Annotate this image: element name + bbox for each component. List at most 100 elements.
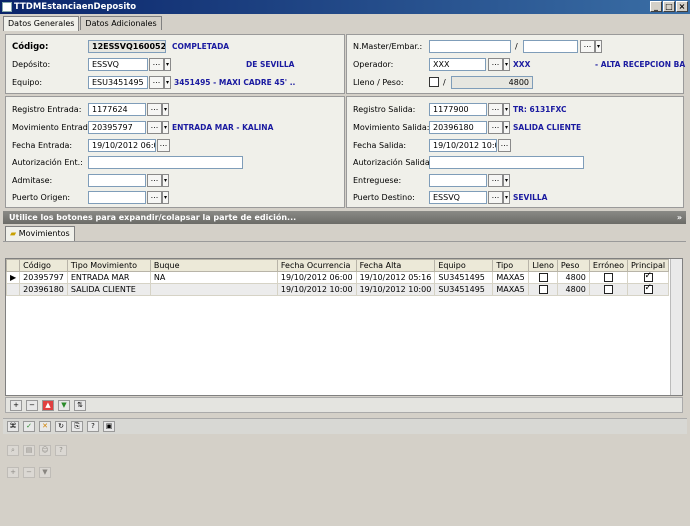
puerto-origen-lookup-button[interactable]: ...	[147, 191, 162, 204]
reg-salida-lookup-button[interactable]: ...	[488, 103, 503, 116]
aut-salida-field[interactable]	[429, 156, 584, 169]
entreguese-dropdown[interactable]: ▾	[503, 174, 510, 187]
mov-salida-lookup-button[interactable]: ...	[488, 121, 503, 134]
mov-entrada-lookup-button[interactable]: ...	[147, 121, 162, 134]
cell-erroneo[interactable]	[588, 283, 629, 296]
cell-lleno[interactable]	[528, 271, 558, 284]
cell-fecha-ocurrencia[interactable]: 19/10/2012 10:00	[276, 283, 357, 296]
col-tipo-movimiento[interactable]: Tipo Movimiento	[66, 259, 151, 272]
col-codigo[interactable]: Código	[19, 259, 68, 272]
equipo-lookup-button[interactable]: ...	[149, 76, 164, 89]
cell-codigo[interactable]: 20395797	[19, 271, 68, 284]
puerto-origen-field[interactable]	[88, 191, 146, 204]
col-fecha-ocurrencia[interactable]: Fecha Ocurrencia	[276, 259, 357, 272]
table-row[interactable]: ▶ 20395797 ENTRADA MAR NA 19/10/2012 06:…	[5, 271, 670, 284]
fecha-entrada-calendar-icon[interactable]: ...	[157, 139, 170, 152]
reg-salida-dropdown[interactable]: ▾	[503, 103, 510, 116]
grid-vertical-scrollbar[interactable]	[670, 259, 682, 395]
admitase-dropdown[interactable]: ▾	[162, 174, 169, 187]
mov-entrada-field[interactable]: 20395797	[88, 121, 146, 134]
col-equipo[interactable]: Equipo	[434, 259, 494, 272]
fecha-salida-calendar-icon[interactable]: ...	[498, 139, 511, 152]
puerto-origen-dropdown[interactable]: ▾	[162, 191, 169, 204]
tab-movimientos[interactable]: ▰ Movimientos	[5, 226, 75, 241]
cell-tipo-movimiento[interactable]: ENTRADA MAR	[66, 271, 151, 284]
equipo-field[interactable]: ESU3451495	[88, 76, 148, 89]
cell-equipo[interactable]: SU3451495	[434, 283, 494, 296]
operador-dropdown[interactable]: ▾	[503, 58, 510, 71]
master-lookup-button[interactable]: ...	[580, 40, 595, 53]
cell-principal[interactable]	[626, 271, 670, 284]
mov-entrada-dropdown[interactable]: ▾	[162, 121, 169, 134]
admitase-lookup-button[interactable]: ...	[147, 174, 162, 187]
reg-entrada-lookup-button[interactable]: ...	[147, 103, 162, 116]
master-field[interactable]	[429, 40, 511, 53]
cell-codigo[interactable]: 20396180	[19, 283, 68, 296]
cell-buque[interactable]	[149, 283, 278, 296]
col-tipo[interactable]: Tipo	[492, 259, 530, 272]
lleno-checkbox[interactable]	[538, 273, 548, 282]
puerto-destino-dropdown[interactable]: ▾	[503, 191, 510, 204]
mov-salida-dropdown[interactable]: ▾	[503, 121, 510, 134]
sort-icon[interactable]: ⇅	[74, 399, 86, 411]
refresh-icon[interactable]: ↻	[55, 421, 67, 432]
peso-field[interactable]: 4800	[451, 76, 533, 89]
filter-icon[interactable]: ▼	[58, 399, 70, 411]
embarque-field[interactable]	[523, 40, 578, 53]
puerto-destino-lookup-button[interactable]: ...	[488, 191, 503, 204]
master-dropdown[interactable]: ▾	[595, 40, 602, 53]
cell-peso[interactable]: 4800	[556, 271, 590, 284]
mov-salida-field[interactable]: 20396180	[429, 121, 487, 134]
operador-field[interactable]: XXX	[429, 58, 486, 71]
cell-fecha-alta[interactable]: 19/10/2012 10:00	[355, 283, 436, 296]
add-row-icon[interactable]: +	[10, 399, 22, 411]
lleno-checkbox[interactable]	[538, 285, 548, 294]
hierarchy-icon[interactable]: ⌘	[7, 421, 19, 432]
operador-lookup-button[interactable]: ...	[488, 58, 503, 71]
col-fecha-alta[interactable]: Fecha Alta	[355, 259, 436, 272]
entreguese-field[interactable]	[429, 174, 487, 187]
minimize-button[interactable]: _	[650, 1, 662, 12]
cell-equipo[interactable]: SU3451495	[434, 271, 494, 284]
reg-entrada-field[interactable]: 1177624	[88, 103, 146, 116]
cell-tipo[interactable]: MAXA5	[492, 271, 530, 284]
copy-icon[interactable]: ⎘	[71, 421, 83, 432]
tab-datos-generales[interactable]: Datos Generales	[3, 16, 80, 31]
principal-checkbox[interactable]	[643, 283, 653, 294]
admitase-field[interactable]	[88, 174, 146, 187]
print-icon[interactable]: ▣	[103, 421, 115, 432]
lleno-checkbox[interactable]	[429, 77, 439, 87]
close-button[interactable]: ×	[676, 1, 688, 12]
fecha-entrada-field[interactable]: 19/10/2012 06:00	[88, 139, 156, 152]
deposito-dropdown[interactable]: ▾	[164, 58, 171, 71]
cell-fecha-alta[interactable]: 19/10/2012 05:16	[355, 271, 436, 284]
aut-entrada-field[interactable]	[88, 156, 243, 169]
tab-datos-adicionales[interactable]: Datos Adicionales	[80, 16, 162, 30]
cell-erroneo[interactable]	[588, 271, 629, 284]
maximize-button[interactable]: □	[663, 1, 675, 12]
col-buque[interactable]: Buque	[149, 259, 278, 272]
collapse-chevron-icon[interactable]: »	[677, 211, 682, 224]
accept-icon[interactable]: ✓	[23, 421, 35, 432]
cell-fecha-ocurrencia[interactable]: 19/10/2012 06:00	[276, 271, 357, 284]
cell-tipo-movimiento[interactable]: SALIDA CLIENTE	[66, 283, 151, 296]
fecha-salida-field[interactable]: 19/10/2012 10:00	[429, 139, 497, 152]
erroneo-checkbox[interactable]	[603, 285, 613, 294]
puerto-destino-field[interactable]: ESSVQ	[429, 191, 487, 204]
remove-row-icon[interactable]: −	[26, 399, 38, 411]
cell-lleno[interactable]	[528, 283, 558, 296]
deposito-lookup-button[interactable]: ...	[149, 58, 164, 71]
cell-principal[interactable]	[626, 283, 670, 296]
col-erroneo[interactable]: Erróneo	[588, 259, 629, 272]
col-principal[interactable]: Principal	[626, 259, 670, 272]
codigo-field[interactable]: 12ESSVQ160052	[88, 40, 166, 53]
delete-icon[interactable]: ▲	[42, 399, 54, 411]
equipo-dropdown[interactable]: ▾	[164, 76, 171, 89]
cell-buque[interactable]: NA	[149, 271, 278, 284]
col-lleno[interactable]: Lleno	[528, 259, 558, 272]
table-row[interactable]: 20396180 SALIDA CLIENTE 19/10/2012 10:00…	[5, 283, 670, 296]
col-peso[interactable]: Peso	[556, 259, 590, 272]
erroneo-checkbox[interactable]	[603, 273, 613, 282]
deposito-field[interactable]: ESSVQ	[88, 58, 148, 71]
entreguese-lookup-button[interactable]: ...	[488, 174, 503, 187]
